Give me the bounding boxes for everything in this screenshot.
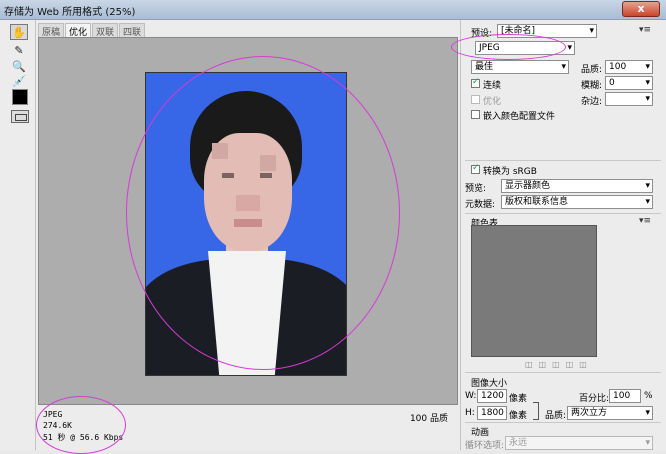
matte-label: 杂边: (581, 97, 603, 107)
progressive-label: 连续 (483, 81, 502, 91)
percent-input[interactable]: 100 (609, 389, 641, 403)
quality-input[interactable]: 100 (605, 60, 653, 74)
title-bar: 存储为 Web 所用格式 (25%) x (0, 0, 666, 20)
preview-dropdown[interactable]: 显示器颜色 (501, 179, 653, 193)
quality-label: 品质: (581, 65, 603, 75)
embed-profile-checkbox[interactable] (471, 110, 480, 119)
color-table-menu-icon[interactable]: ▾≡ (639, 216, 651, 226)
height-unit: 像素 (509, 411, 528, 421)
width-label: W: (465, 391, 477, 401)
window-title: 存储为 Web 所用格式 (25%) (4, 7, 136, 18)
panel-menu-icon[interactable]: ▾≡ (639, 25, 651, 35)
save-for-web-dialog: 存储为 Web 所用格式 (25%) x ✋ ✎ 🔍 💉 原稿优化双联四联 (0, 0, 666, 454)
tool-bar: ✋ ✎ 🔍 💉 (0, 20, 36, 450)
divider (465, 213, 661, 214)
matte-dropdown[interactable] (605, 92, 653, 106)
toggle-slices-icon[interactable] (11, 110, 29, 123)
loop-dropdown[interactable]: 永远 (505, 436, 653, 450)
width-input[interactable]: 1200 (477, 389, 507, 403)
highlight-ellipse-info (36, 396, 126, 454)
color-table-actions-icon[interactable]: ◫◫◫◫◫ (525, 360, 593, 369)
constrain-proportions-icon[interactable] (533, 402, 539, 420)
divider (465, 160, 661, 161)
settings-panel: 预设: [未命名] ▾≡ JPEG 最佳 品质: 100 连续 模糊: 0 优化… (460, 20, 666, 451)
width-unit: 像素 (509, 394, 528, 404)
height-label: H: (465, 408, 475, 418)
view-tabs: 原稿 优化 双联 四联 (38, 23, 146, 39)
compression-quality-dropdown[interactable]: 最佳 (471, 60, 569, 74)
progressive-checkbox[interactable] (471, 77, 480, 88)
slice-select-tool-icon[interactable]: ✎ (10, 42, 28, 58)
preview-label: 预览: (465, 184, 487, 194)
eyedropper-tool-icon[interactable]: 💉 (10, 73, 28, 89)
embed-profile-label: 嵌入颜色配置文件 (483, 112, 556, 122)
metadata-label: 元数据: (465, 200, 496, 210)
animation-label: 动画 (471, 428, 490, 438)
image-size-label: 图像大小 (471, 379, 508, 389)
loop-label: 循环选项: (465, 441, 505, 451)
highlight-ellipse-photo (126, 56, 400, 370)
metadata-dropdown[interactable]: 版权和联系信息 (501, 195, 653, 209)
hand-tool-icon[interactable]: ✋ (10, 24, 28, 40)
divider (465, 422, 661, 423)
height-input[interactable]: 1800 (477, 406, 507, 420)
resample-label: 品质: (545, 411, 567, 421)
optimized-checkbox[interactable] (471, 95, 480, 104)
divider (465, 372, 661, 373)
eyedropper-color-swatch[interactable] (12, 89, 28, 105)
blur-label: 模糊: (581, 81, 603, 91)
convert-srgb-checkbox[interactable] (471, 163, 480, 174)
resample-dropdown[interactable]: 两次立方 (567, 406, 653, 420)
percent-label: 百分比: (579, 394, 610, 404)
zoom-tool-icon[interactable]: 🔍 (10, 58, 28, 74)
color-table[interactable] (471, 225, 597, 357)
highlight-ellipse-format (451, 34, 566, 60)
info-quality: 100 品质 (409, 414, 448, 424)
percent-unit: % (644, 391, 653, 401)
convert-srgb-label: 转换为 sRGB (483, 167, 537, 177)
optimized-label: 优化 (483, 97, 502, 107)
close-button[interactable]: x (622, 1, 660, 17)
blur-input[interactable]: 0 (605, 76, 653, 90)
